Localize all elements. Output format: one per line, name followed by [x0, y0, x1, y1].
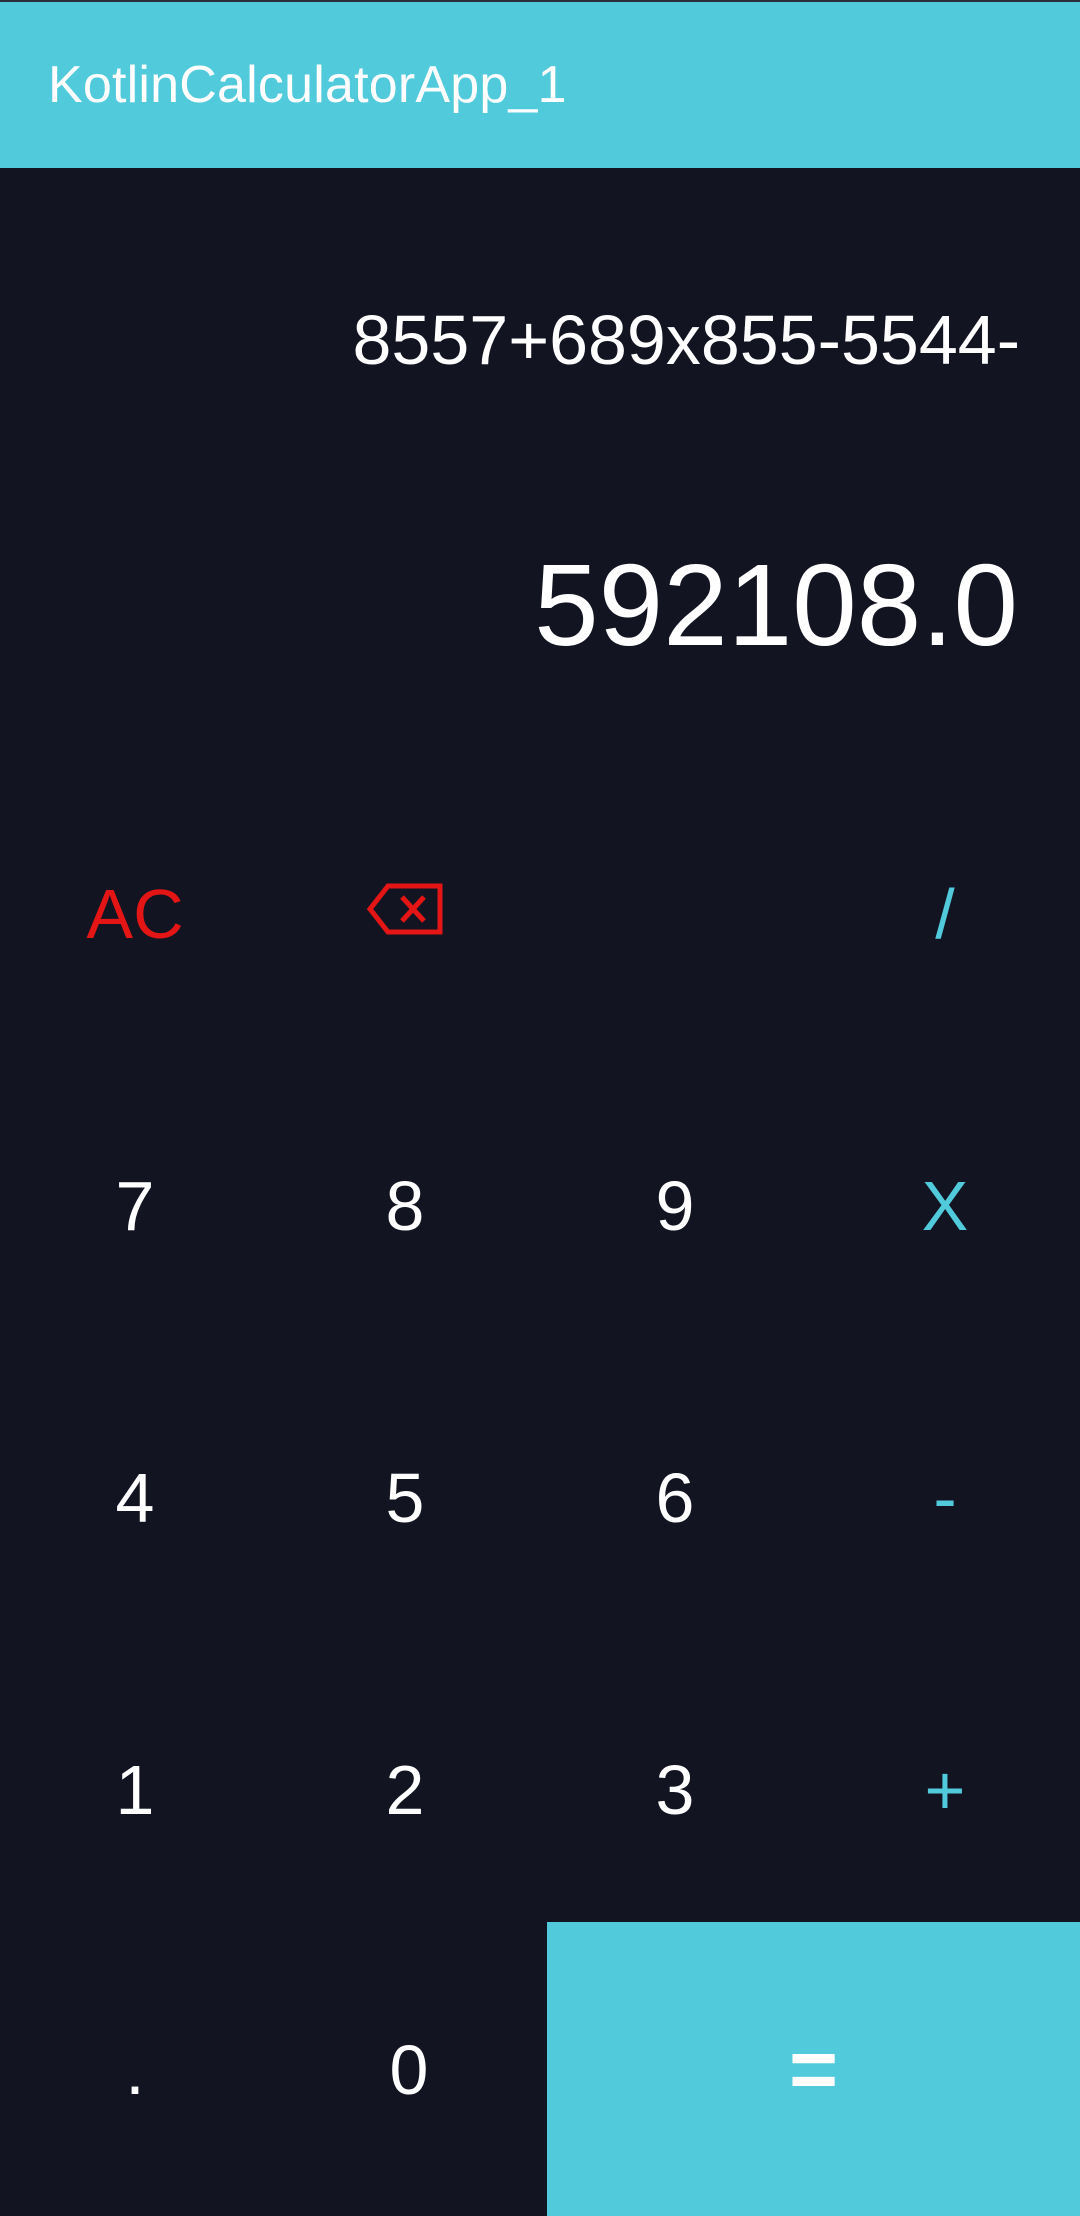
digit-7-button[interactable]: 7 — [0, 1060, 270, 1352]
minus-button-label: - — [933, 1459, 957, 1537]
multiply-button-label: X — [921, 1167, 969, 1245]
result-text: 592108.0 — [534, 540, 1018, 670]
digit-1-label: 1 — [115, 1751, 155, 1829]
backspace-icon — [366, 874, 444, 954]
plus-button[interactable]: + — [810, 1644, 1080, 1936]
digit-1-button[interactable]: 1 — [0, 1644, 270, 1936]
divide-button[interactable]: / — [810, 768, 1080, 1060]
digit-0-label: 0 — [389, 2031, 429, 2109]
backspace-button[interactable] — [270, 768, 540, 1060]
multiply-button[interactable]: X — [810, 1060, 1080, 1352]
digit-7-label: 7 — [115, 1167, 155, 1245]
app-title: KotlinCalculatorApp_1 — [48, 56, 567, 114]
digit-3-label: 3 — [655, 1751, 695, 1829]
minus-button[interactable]: - — [810, 1352, 1080, 1644]
digit-8-button[interactable]: 8 — [270, 1060, 540, 1352]
digit-0-button[interactable]: 0 — [274, 1924, 544, 2216]
decimal-button-label: . — [125, 2031, 145, 2109]
keypad: AC / 7 8 9 X 4 5 6 - 1 2 3 + . 0 = — [0, 768, 1080, 2216]
digit-9-label: 9 — [655, 1167, 695, 1245]
digit-9-button[interactable]: 9 — [540, 1060, 810, 1352]
expression-text: 8557+689x855-5544- — [352, 301, 1020, 379]
decimal-button[interactable]: . — [0, 1924, 270, 2216]
equals-button[interactable]: = — [547, 1922, 1080, 2216]
clear-button-label: AC — [86, 875, 184, 953]
digit-4-button[interactable]: 4 — [0, 1352, 270, 1644]
digit-8-label: 8 — [385, 1167, 425, 1245]
digit-2-label: 2 — [385, 1751, 425, 1829]
digit-5-label: 5 — [385, 1459, 425, 1537]
equals-button-label: = — [788, 2021, 839, 2116]
digit-5-button[interactable]: 5 — [270, 1352, 540, 1644]
calculator-display: 8557+689x855-5544- 592108.0 — [0, 168, 1080, 768]
digit-2-button[interactable]: 2 — [270, 1644, 540, 1936]
digit-4-label: 4 — [115, 1459, 155, 1537]
app-bar: KotlinCalculatorApp_1 — [0, 2, 1080, 168]
divide-button-label: / — [935, 875, 955, 953]
digit-6-button[interactable]: 6 — [540, 1352, 810, 1644]
clear-button[interactable]: AC — [0, 768, 270, 1060]
digit-6-label: 6 — [655, 1459, 695, 1537]
plus-button-label: + — [924, 1751, 966, 1829]
digit-3-button[interactable]: 3 — [540, 1644, 810, 1936]
